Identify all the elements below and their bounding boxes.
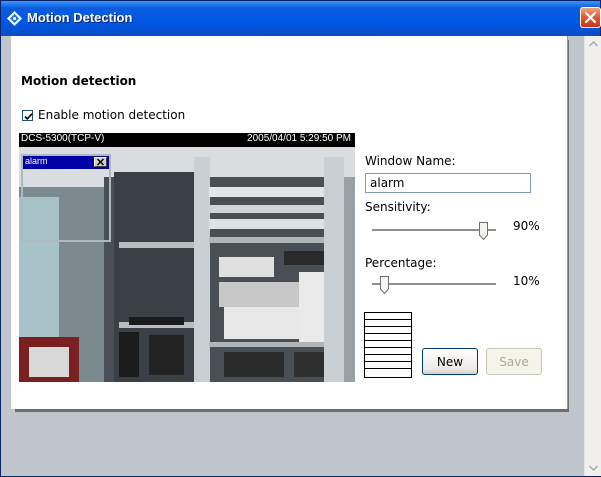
percentage-label: Percentage:: [365, 256, 437, 270]
scroll-up-button[interactable]: [585, 36, 601, 52]
motion-region-name: alarm: [25, 156, 48, 166]
vertical-scrollbar[interactable]: [584, 36, 601, 476]
video-overlay-bar: DCS-5300(TCP-V) 2005/04/01 5:29:50 PM: [19, 133, 355, 147]
close-icon: [584, 11, 597, 24]
camera-timestamp: 2005/04/01 5:29:50 PM: [247, 133, 351, 144]
enable-motion-detection-checkbox[interactable]: [22, 109, 33, 121]
motion-region-close-button[interactable]: [94, 157, 107, 167]
new-button[interactable]: New: [422, 348, 478, 375]
motion-region-title-bar[interactable]: alarm: [23, 156, 109, 169]
sensitivity-slider-thumb[interactable]: [479, 222, 489, 240]
sensitivity-value: 90%: [513, 219, 540, 233]
percentage-value: 10%: [513, 274, 540, 288]
scroll-up-arrow-icon: [588, 41, 598, 47]
motion-detection-window: Motion Detection Motion detection Enable…: [0, 0, 601, 477]
sensitivity-slider-track[interactable]: [372, 229, 496, 232]
window-name-label: Window Name:: [365, 154, 456, 168]
save-button[interactable]: Save: [486, 348, 542, 375]
section-heading: Motion detection: [21, 74, 137, 88]
close-icon: [97, 158, 104, 166]
title-bar[interactable]: Motion Detection: [1, 1, 601, 36]
motion-detection-app-icon: [7, 11, 22, 26]
camera-name: DCS-5300(TCP-V): [21, 133, 105, 144]
enable-motion-detection-row[interactable]: Enable motion detection: [22, 108, 185, 122]
window-name-input[interactable]: [365, 173, 531, 193]
percentage-slider-track[interactable]: [372, 283, 496, 286]
percentage-slider-thumb[interactable]: [379, 276, 389, 294]
sensitivity-label: Sensitivity:: [365, 200, 431, 214]
checkmark-icon: [24, 112, 33, 120]
scroll-down-button[interactable]: [585, 460, 601, 476]
window-title: Motion Detection: [27, 10, 133, 25]
scroll-down-arrow-icon: [588, 465, 598, 471]
close-button[interactable]: [580, 7, 601, 28]
enable-motion-detection-label: Enable motion detection: [38, 108, 186, 122]
detection-level-indicator: [364, 312, 412, 378]
motion-detection-region[interactable]: alarm: [21, 154, 111, 242]
